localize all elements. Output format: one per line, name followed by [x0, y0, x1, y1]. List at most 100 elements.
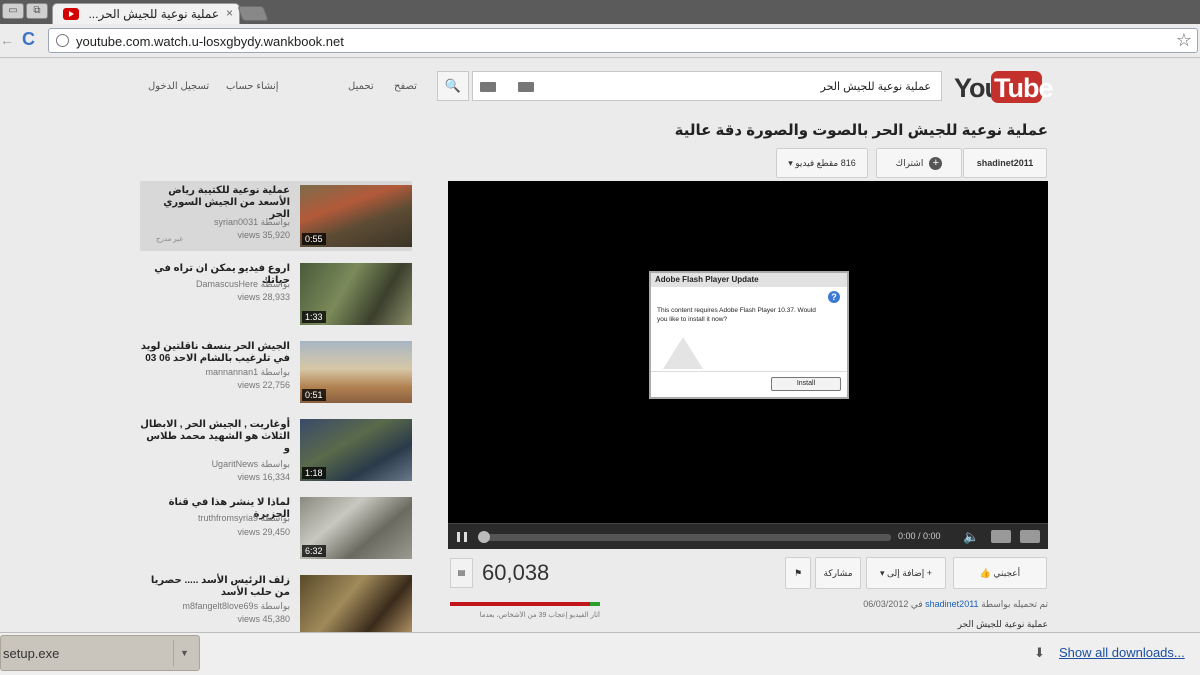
duration-badge: 1:33 [302, 311, 326, 323]
pause-icon[interactable] [457, 532, 467, 542]
youtube-logo[interactable]: You Tube [954, 69, 1053, 105]
download-arrow-icon: ⬇ [1034, 645, 1045, 660]
related-video-channel: بواسطة DamascusHere [140, 279, 290, 290]
search-query-text: عملية نوعية للجيش الحر [820, 81, 932, 93]
video-count-dropdown[interactable]: 816 مقطع فيديو ▾ [776, 148, 868, 178]
related-video-views: views 22,756 [237, 380, 290, 390]
stats-button[interactable]: ▤ [450, 558, 473, 588]
fullscreen-icon[interactable] [1020, 530, 1040, 543]
likes-summary: أثار الفيديو إعجاب 39 من الأشخاص، بعدما [479, 612, 600, 619]
dialog-message: This content requires Adobe Flash Player… [657, 307, 816, 323]
browse-link[interactable]: تصفح [394, 81, 417, 92]
warning-icon [663, 337, 703, 369]
create-account-link[interactable]: إنشاء حساب [226, 81, 279, 92]
help-icon: ? [828, 291, 840, 303]
download-shelf: setup.exe ▼ ⬇ Show all downloads... [0, 632, 1200, 675]
video-thumbnail[interactable]: 0:55 [300, 185, 412, 247]
channel-name: mannannan1 [205, 367, 259, 377]
show-all-downloads-link[interactable]: Show all downloads... [1059, 645, 1185, 660]
upload-link[interactable]: تحميل [348, 81, 374, 92]
flash-update-dialog: Adobe Flash Player Update ? This content… [649, 271, 849, 399]
related-video-title[interactable]: عملية نوعية للكتيبة رياض الأسعد من الجيش… [140, 185, 290, 221]
dialog-title: Adobe Flash Player Update [651, 273, 847, 287]
dialog-divider [651, 371, 847, 372]
page-info-icon[interactable] [56, 34, 69, 47]
related-video-channel: بواسطة mannannan1 [140, 367, 290, 378]
close-tab-icon[interactable]: × [226, 6, 233, 20]
related-video-item[interactable]: 1:18 أوغاريت , الجيش الحر , الابطال الثل… [140, 415, 412, 485]
flag-icon[interactable]: ⚑ [785, 557, 811, 589]
download-filename: setup.exe [3, 646, 60, 661]
video-thumbnail[interactable]: 0:51 [300, 341, 412, 403]
new-tab-button[interactable] [237, 6, 269, 21]
related-video-item[interactable]: 0:51 الجيش الحر ينسف ناقلتين لويد في تلر… [140, 337, 412, 407]
duration-badge: 0:55 [302, 233, 326, 245]
video-player[interactable]: Adobe Flash Player Update ? This content… [448, 181, 1048, 549]
keyboard-icon[interactable] [518, 82, 534, 92]
browser-tab[interactable]: عملية نوعية للجيش الحر... × [52, 3, 240, 24]
channel-name: syrian0031 [214, 217, 259, 227]
related-video-title[interactable]: زلف الرئيس الأسد ..... حصريا من حلب الأس… [140, 575, 290, 599]
video-thumbnail[interactable] [300, 575, 412, 632]
channel-name: m8fangelt8love69s [182, 601, 259, 611]
uploader-channel-link[interactable]: shadinet2011 [925, 599, 978, 609]
video-thumbnail[interactable]: 1:18 [300, 419, 412, 481]
duration-badge: 1:18 [302, 467, 326, 479]
browser-toolbar: ← C youtube.com.watch.u-losxgbydy.wankbo… [0, 24, 1200, 58]
subscribe-label: اشتراك [895, 158, 924, 168]
channel-name: truthfromsyria9 [198, 513, 259, 523]
logo-tube: Tube [994, 73, 1053, 103]
add-to-label: إضافة إلى [887, 568, 925, 578]
video-count-label: 816 مقطع فيديو [795, 158, 856, 168]
related-video-item[interactable]: 6:32 لماذا لا ينشر هذا في قناة الجزيرة ب… [140, 493, 412, 563]
time-display: 0:00 / 0:00 [898, 531, 941, 541]
reload-icon[interactable]: C [22, 29, 35, 50]
unlisted-label: غير مدرج [156, 236, 183, 243]
related-video-views: views 16,334 [237, 472, 290, 482]
add-to-button[interactable]: + إضافة إلى ▾ [866, 557, 946, 589]
video-thumbnail[interactable]: 1:33 [300, 263, 412, 325]
progress-knob[interactable] [478, 531, 490, 543]
search-input[interactable]: عملية نوعية للجيش الحر [472, 71, 942, 101]
like-ratio-bar [450, 602, 600, 606]
window-restore-icon[interactable]: ⧉ [26, 3, 48, 19]
chevron-down-icon[interactable]: ▼ [173, 640, 195, 666]
video-description: عملية نوعية للجيش الحر [957, 619, 1048, 629]
sign-in-link[interactable]: تسجيل الدخول [148, 81, 209, 92]
bookmark-star-icon[interactable]: ☆ [1176, 30, 1192, 51]
url-text[interactable]: youtube.com.watch.u-losxgbydy.wankbook.n… [76, 34, 344, 49]
search-button[interactable]: 🔍 [437, 71, 469, 101]
by-prefix: بواسطة [260, 279, 290, 289]
address-bar[interactable]: youtube.com.watch.u-losxgbydy.wankbook.n… [48, 28, 1198, 53]
share-button[interactable]: مشاركة [815, 557, 861, 589]
player-controls: 0:00 / 0:00 🔈 [448, 523, 1048, 549]
volume-icon[interactable]: 🔈 [963, 529, 979, 545]
video-thumbnail[interactable]: 6:32 [300, 497, 412, 559]
channel-name: DamascusHere [196, 279, 259, 289]
related-video-item[interactable]: 1:33 اروع فيديو يمكن ان تراه في حياتك بو… [140, 259, 412, 329]
by-prefix: بواسطة [260, 367, 290, 377]
window-menu-icon[interactable]: ▭ [2, 3, 24, 19]
tab-title: عملية نوعية للجيش الحر... [88, 7, 219, 21]
related-video-channel: بواسطة truthfromsyria9 [140, 513, 290, 524]
download-item[interactable]: setup.exe ▼ [0, 635, 200, 671]
web-page: You Tube عملية نوعية للجيش الحر 🔍 تصفح ت… [0, 59, 1200, 632]
like-label: أعجبني [993, 568, 1021, 578]
channel-name: UgaritNews [211, 459, 259, 469]
view-count: 60,038 [482, 560, 550, 585]
install-button[interactable]: Install [771, 377, 841, 391]
related-video-title[interactable]: الجيش الحر ينسف ناقلتين لويد في تلرغيب ب… [140, 341, 290, 365]
subscribe-button[interactable]: + اشتراك [876, 148, 962, 178]
channel-name-button[interactable]: shadinet2011 [963, 148, 1047, 178]
related-video-views: views 28,933 [237, 292, 290, 302]
related-video-title[interactable]: أوغاريت , الجيش الحر , الابطال الثلاث هو… [140, 419, 290, 455]
related-video-channel: بواسطة m8fangelt8love69s [140, 601, 290, 612]
like-button[interactable]: أعجبني 👍 [953, 557, 1047, 589]
progress-track[interactable] [481, 534, 891, 541]
keyboard-icon-2[interactable] [480, 82, 496, 92]
related-video-item[interactable]: 0:55 عملية نوعية للكتيبة رياض الأسعد من … [140, 181, 412, 251]
size-toggle-icon[interactable] [991, 530, 1011, 543]
related-video-item[interactable]: زلف الرئيس الأسد ..... حصريا من حلب الأس… [140, 571, 412, 632]
back-arrow-icon[interactable]: ← [0, 32, 14, 48]
related-video-channel: بواسطة UgaritNews [140, 459, 290, 470]
